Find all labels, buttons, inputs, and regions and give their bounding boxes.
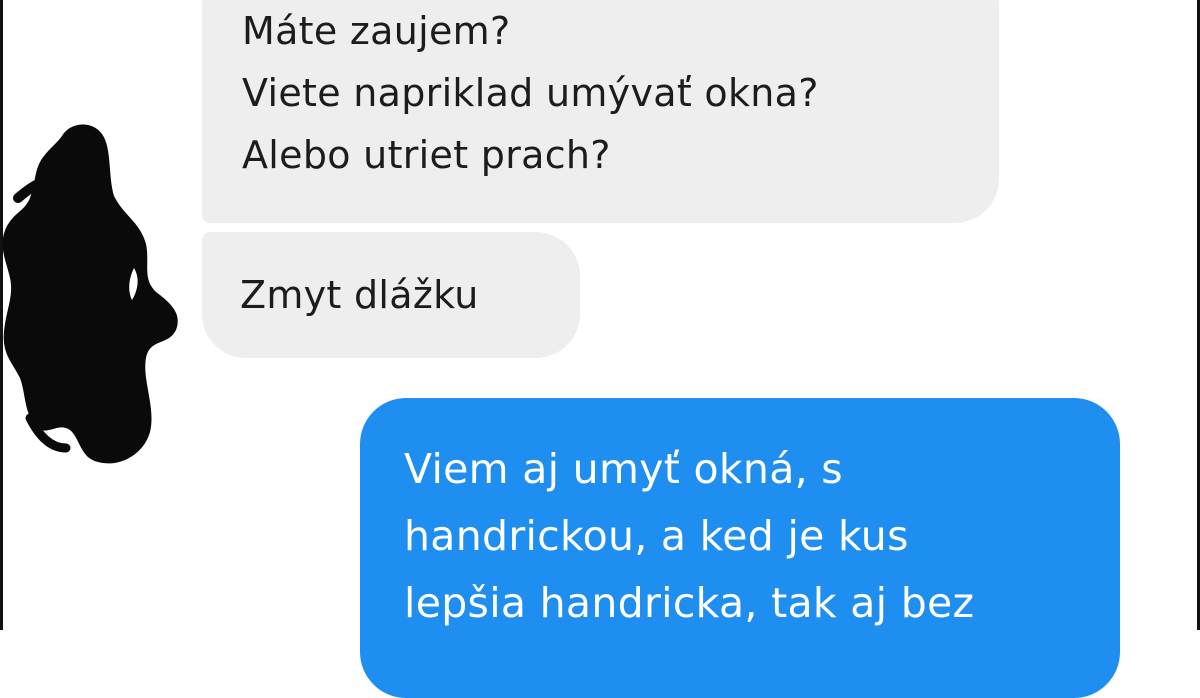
message-line: Viete napriklad umývať okna? bbox=[242, 71, 819, 115]
message-line: Zmyt dlážku bbox=[240, 273, 479, 317]
message-line: lepšia handricka, tak aj bez bbox=[404, 579, 975, 627]
message-line: Alebo utriet prach? bbox=[242, 133, 611, 177]
redacted-avatar-scribble bbox=[2, 124, 178, 464]
message-line: Viem aj umyť okná, s bbox=[404, 445, 843, 493]
outgoing-message-bubble: Viem aj umyť okná, s handrickou, a ked j… bbox=[360, 398, 1120, 698]
incoming-message-bubble: Máte zaujem? Viete napriklad umývať okna… bbox=[202, 0, 999, 223]
message-line: handrickou, a ked je kus bbox=[404, 512, 909, 560]
message-line: Máte zaujem? bbox=[242, 9, 511, 53]
chat-thread: Máte zaujem? Viete napriklad umývať okna… bbox=[0, 0, 1200, 698]
incoming-message-bubble: Zmyt dlážku bbox=[202, 232, 580, 358]
